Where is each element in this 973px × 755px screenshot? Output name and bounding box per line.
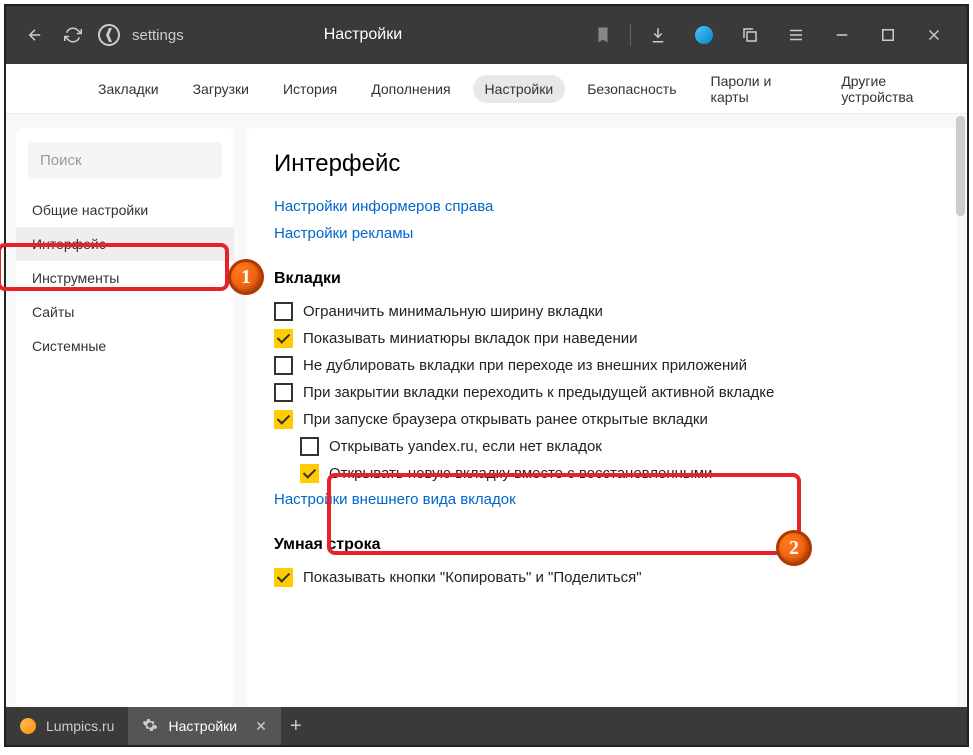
checkbox-label: Открывать yandex.ru, если нет вкладок bbox=[329, 438, 602, 455]
checkbox-row: Открывать yandex.ru, если нет вкладок bbox=[300, 437, 929, 456]
tab-label: Настройки bbox=[168, 718, 237, 734]
checkbox[interactable] bbox=[274, 383, 293, 402]
new-tab-button[interactable]: + bbox=[281, 711, 311, 741]
checkbox-row: Не дублировать вкладки при переходе из в… bbox=[274, 356, 929, 375]
checkbox-row: Ограничить минимальную ширину вкладки bbox=[274, 302, 929, 321]
maximize-button[interactable] bbox=[875, 22, 901, 48]
checkbox-label: Показывать кнопки "Копировать" и "Подели… bbox=[303, 569, 642, 586]
address-text[interactable]: settings bbox=[132, 27, 184, 44]
checkbox-row: Показывать кнопки "Копировать" и "Подели… bbox=[274, 568, 929, 587]
sidebar-item-1[interactable]: Интерфейс bbox=[16, 227, 234, 261]
checkbox-label: Не дублировать вкладки при переходе из в… bbox=[303, 357, 747, 374]
topnav-item-6[interactable]: Пароли и карты bbox=[699, 67, 820, 111]
link-tab-appearance[interactable]: Настройки внешнего вида вкладок bbox=[274, 491, 929, 508]
menu-icon[interactable] bbox=[783, 22, 809, 48]
checkbox[interactable] bbox=[274, 302, 293, 321]
checkbox-row: При запуске браузера открывать ранее отк… bbox=[274, 410, 929, 429]
bookmark-icon[interactable] bbox=[590, 22, 616, 48]
page-title: Настройки bbox=[324, 26, 402, 44]
scrollbar[interactable] bbox=[956, 116, 965, 216]
topnav-item-5[interactable]: Безопасность bbox=[575, 75, 688, 103]
topnav-item-2[interactable]: История bbox=[271, 75, 349, 103]
yandex-icon[interactable] bbox=[98, 24, 120, 46]
sidebar-item-3[interactable]: Сайты bbox=[16, 295, 234, 329]
search-input[interactable]: Поиск bbox=[28, 142, 222, 179]
sidebar-item-0[interactable]: Общие настройки bbox=[16, 193, 234, 227]
section-heading: Интерфейс bbox=[274, 150, 929, 178]
topnav-item-3[interactable]: Дополнения bbox=[359, 75, 462, 103]
lumpics-icon bbox=[20, 718, 36, 734]
checkbox-row: Открывать новую вкладку вместе с восстан… bbox=[300, 464, 929, 483]
checkbox[interactable] bbox=[300, 464, 319, 483]
back-button[interactable] bbox=[22, 22, 48, 48]
titlebar: settings Настройки bbox=[6, 6, 967, 64]
sidebar-item-2[interactable]: Инструменты bbox=[16, 261, 234, 295]
link-ads[interactable]: Настройки рекламы bbox=[274, 225, 929, 242]
checkbox[interactable] bbox=[274, 568, 293, 587]
tab-close-icon[interactable]: ✕ bbox=[255, 718, 267, 735]
checkbox-row: Показывать миниатюры вкладок при наведен… bbox=[274, 329, 929, 348]
topnav-item-1[interactable]: Загрузки bbox=[181, 75, 261, 103]
topnav-item-4[interactable]: Настройки bbox=[473, 75, 566, 103]
top-nav: Закладки Загрузки История Дополнения Настрой… bbox=[6, 64, 967, 114]
reload-button[interactable] bbox=[60, 22, 86, 48]
sidebar-item-4[interactable]: Системные bbox=[16, 329, 234, 363]
topnav-item-0[interactable]: Закладки bbox=[86, 75, 171, 103]
checkbox-label: Открывать новую вкладку вместе с восстан… bbox=[329, 465, 712, 482]
checkbox-label: При запуске браузера открывать ранее отк… bbox=[303, 411, 708, 428]
tabs-section-title: Вкладки bbox=[274, 270, 929, 288]
checkbox[interactable] bbox=[274, 329, 293, 348]
close-button[interactable] bbox=[921, 22, 947, 48]
checkbox-label: Показывать миниатюры вкладок при наведен… bbox=[303, 330, 638, 347]
checkbox[interactable] bbox=[274, 356, 293, 375]
annotation-badge-1: 1 bbox=[228, 259, 264, 295]
copy-icon[interactable] bbox=[737, 22, 763, 48]
extensions-icon[interactable] bbox=[691, 22, 717, 48]
gear-icon bbox=[142, 717, 158, 736]
sidebar: Поиск Общие настройкиИнтерфейсИнструмент… bbox=[16, 128, 234, 707]
checkbox[interactable] bbox=[274, 410, 293, 429]
checkbox-label: При закрытии вкладки переходить к предыд… bbox=[303, 384, 774, 401]
checkbox[interactable] bbox=[300, 437, 319, 456]
topnav-item-7[interactable]: Другие устройства bbox=[829, 67, 967, 111]
minimize-button[interactable] bbox=[829, 22, 855, 48]
tab-lumpics[interactable]: Lumpics.ru bbox=[6, 707, 128, 745]
annotation-badge-2: 2 bbox=[776, 530, 812, 566]
tab-bar: Lumpics.ru Настройки ✕ + bbox=[6, 707, 967, 745]
checkbox-label: Ограничить минимальную ширину вкладки bbox=[303, 303, 603, 320]
smart-section-title: Умная строка bbox=[274, 536, 929, 554]
link-informers[interactable]: Настройки информеров справа bbox=[274, 198, 929, 215]
download-icon[interactable] bbox=[645, 22, 671, 48]
tab-label: Lumpics.ru bbox=[46, 718, 114, 734]
tab-settings[interactable]: Настройки ✕ bbox=[128, 707, 280, 745]
main-content: Интерфейс Настройки информеров справа На… bbox=[246, 128, 957, 707]
checkbox-row: При закрытии вкладки переходить к предыд… bbox=[274, 383, 929, 402]
